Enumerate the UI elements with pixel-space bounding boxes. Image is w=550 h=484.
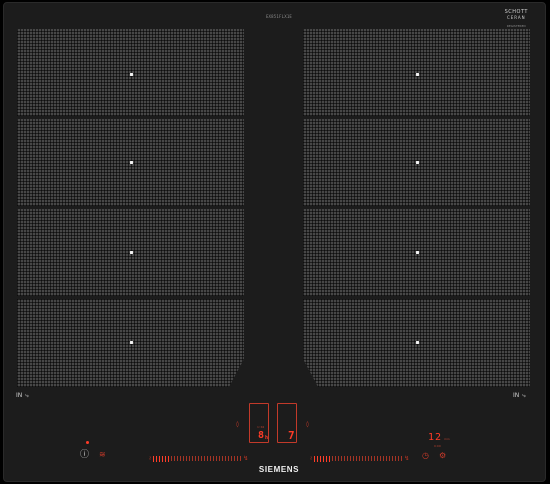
cooktop-glass-panel: EX851FLX1E SCHOTT CERAN REGISTERED IN⤷ — [3, 2, 546, 482]
timer-display: 12 — [428, 432, 443, 443]
left-display-subscript: h — [265, 435, 269, 441]
cooktop-stage: EX851FLX1E SCHOTT CERAN REGISTERED IN⤷ — [0, 0, 550, 484]
slider-min-icon: ≀ — [310, 454, 313, 462]
timer-icon[interactable]: ◷ — [422, 452, 429, 460]
in-text: IN — [513, 392, 520, 399]
center-band-shape — [229, 29, 318, 387]
left-display-label: 1:04 — [257, 425, 265, 429]
info-icon[interactable]: ⓘ — [80, 451, 89, 460]
flex-zone-left-label: IN ⤷ — [16, 392, 29, 400]
wave-icon[interactable]: ≋ — [99, 451, 106, 459]
slider-max-icon: ↯ — [243, 454, 249, 462]
timer-sub-display: 0:00 — [434, 444, 441, 448]
in-text: IN — [16, 392, 23, 399]
flex-arrow-icon: ⤷ — [522, 392, 526, 399]
slider-min-icon: ≀ — [149, 454, 152, 462]
flex-arrow-icon: ⤷ — [25, 392, 29, 399]
siemens-logo: SIEMENS — [258, 465, 300, 474]
slider-max-icon: ↯ — [404, 454, 410, 462]
left-boost-icon[interactable]: ◊ — [236, 421, 239, 429]
settings-icon[interactable]: ⚙ — [439, 452, 446, 460]
power-indicator — [86, 441, 89, 444]
right-power-slider[interactable]: ≀ ↯ — [310, 455, 409, 462]
flex-zone-right-label: IN ⤷ — [513, 392, 526, 400]
left-display-digit: 8 — [258, 430, 265, 441]
timer-unit: min — [444, 437, 450, 441]
right-display-digit: 7 — [288, 429, 295, 442]
right-boost-icon[interactable]: ◊ — [306, 421, 309, 429]
left-power-slider[interactable]: ≀ ↯ — [149, 455, 248, 462]
